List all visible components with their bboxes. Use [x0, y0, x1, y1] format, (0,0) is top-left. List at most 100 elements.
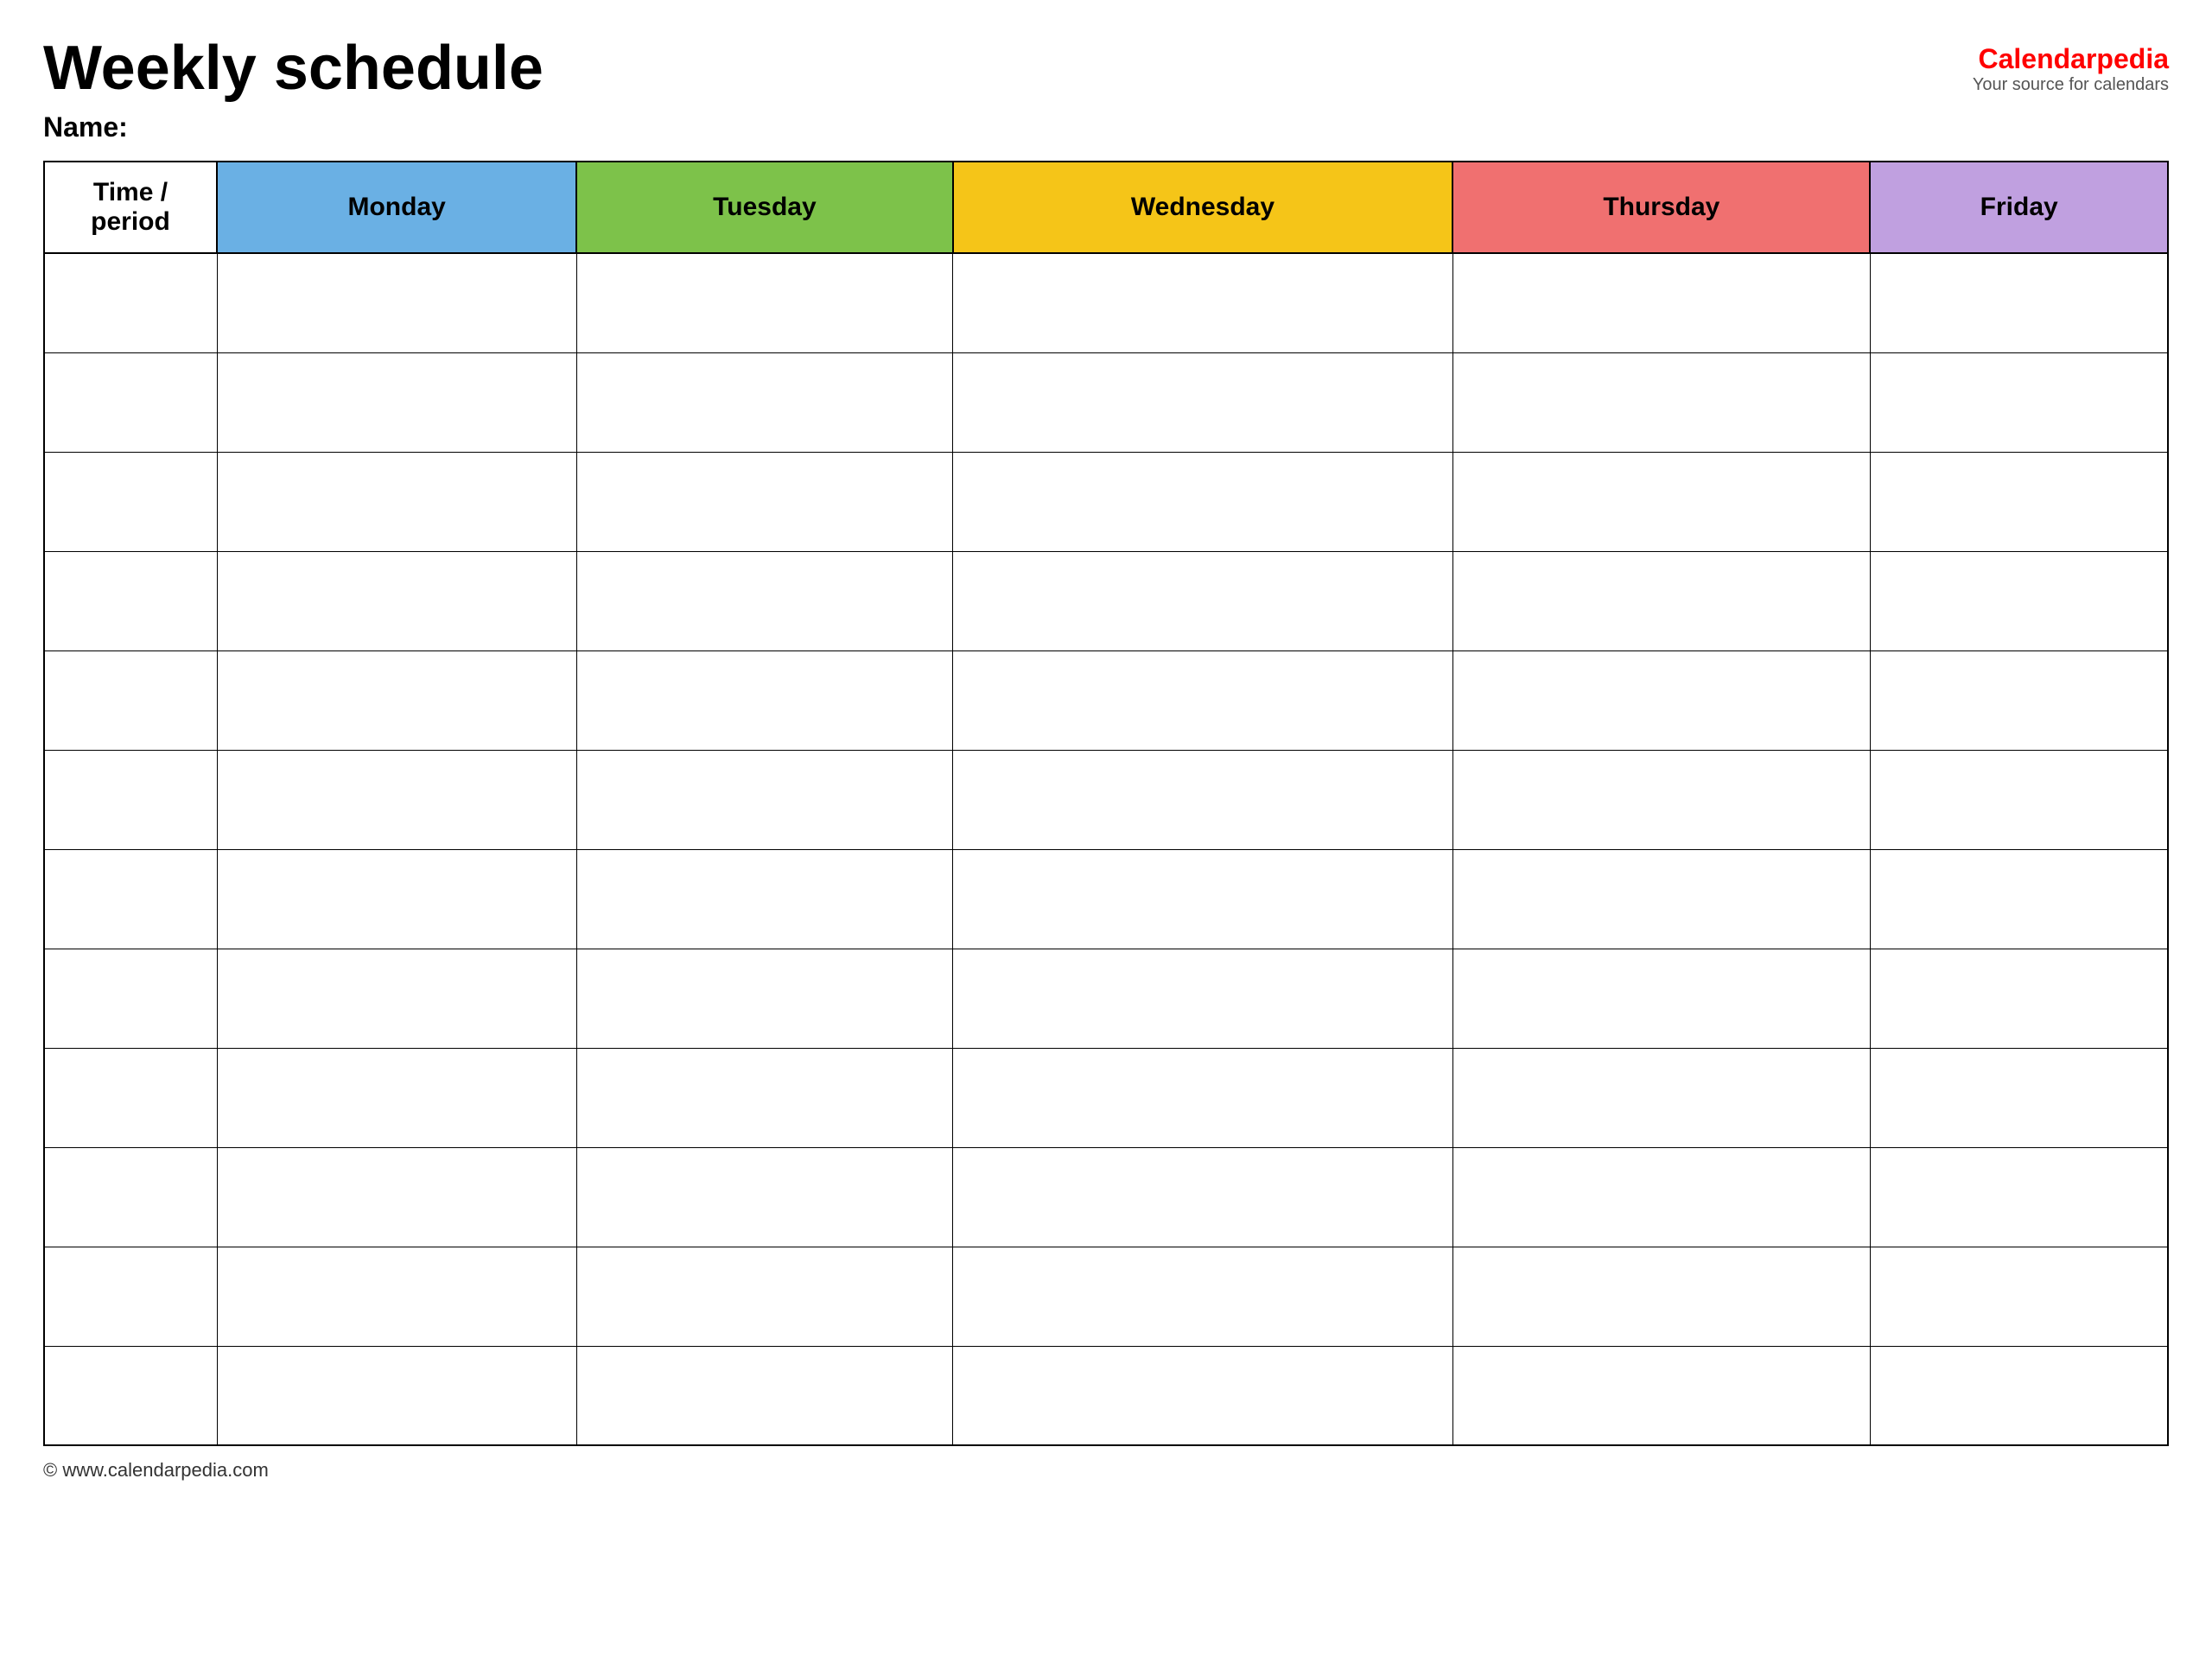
- schedule-cell[interactable]: [217, 1247, 576, 1346]
- schedule-cell[interactable]: [217, 1048, 576, 1147]
- logo-container: Calendarpedia Your source for calendars: [1973, 35, 2169, 95]
- col-header-wednesday: Wednesday: [953, 162, 1453, 253]
- col-header-tuesday: Tuesday: [576, 162, 952, 253]
- schedule-cell[interactable]: [1870, 1048, 2168, 1147]
- schedule-cell[interactable]: [953, 949, 1453, 1048]
- schedule-cell[interactable]: [1452, 253, 1870, 352]
- table-row: [44, 452, 2168, 551]
- main-title: Weekly schedule: [43, 35, 543, 103]
- schedule-cell[interactable]: [953, 750, 1453, 849]
- table-row: [44, 253, 2168, 352]
- table-row: [44, 750, 2168, 849]
- schedule-cell[interactable]: [953, 352, 1453, 452]
- time-cell[interactable]: [44, 452, 217, 551]
- logo-text: Calendarpedia: [1978, 43, 2169, 75]
- time-cell[interactable]: [44, 750, 217, 849]
- schedule-cell[interactable]: [1870, 949, 2168, 1048]
- col-header-friday: Friday: [1870, 162, 2168, 253]
- schedule-cell[interactable]: [1870, 750, 2168, 849]
- table-row: [44, 1048, 2168, 1147]
- schedule-cell[interactable]: [576, 650, 952, 750]
- time-cell[interactable]: [44, 253, 217, 352]
- schedule-cell[interactable]: [953, 1247, 1453, 1346]
- time-cell[interactable]: [44, 1048, 217, 1147]
- schedule-cell[interactable]: [1452, 551, 1870, 650]
- schedule-cell[interactable]: [1452, 1147, 1870, 1247]
- name-label: Name:: [43, 111, 2169, 143]
- schedule-cell[interactable]: [1452, 650, 1870, 750]
- schedule-cell[interactable]: [953, 452, 1453, 551]
- schedule-cell[interactable]: [1452, 352, 1870, 452]
- schedule-cell[interactable]: [1870, 1247, 2168, 1346]
- schedule-cell[interactable]: [1452, 1346, 1870, 1445]
- schedule-cell[interactable]: [1452, 1247, 1870, 1346]
- logo-tagline: Your source for calendars: [1973, 75, 2169, 95]
- time-cell[interactable]: [44, 949, 217, 1048]
- schedule-cell[interactable]: [576, 253, 952, 352]
- schedule-cell[interactable]: [1870, 1147, 2168, 1247]
- schedule-cell[interactable]: [1452, 750, 1870, 849]
- schedule-cell[interactable]: [1452, 849, 1870, 949]
- table-row: [44, 949, 2168, 1048]
- schedule-cell[interactable]: [953, 650, 1453, 750]
- logo-brand-accent: pedia: [2096, 43, 2169, 74]
- time-cell[interactable]: [44, 1346, 217, 1445]
- time-cell[interactable]: [44, 650, 217, 750]
- table-row: [44, 650, 2168, 750]
- schedule-cell[interactable]: [1870, 1346, 2168, 1445]
- schedule-cell[interactable]: [576, 1346, 952, 1445]
- schedule-cell[interactable]: [576, 452, 952, 551]
- logo-brand-plain: Calendar: [1978, 43, 2096, 74]
- schedule-cell[interactable]: [576, 849, 952, 949]
- page-header: Weekly schedule Calendarpedia Your sourc…: [43, 35, 2169, 103]
- schedule-cell[interactable]: [217, 949, 576, 1048]
- schedule-cell[interactable]: [1870, 849, 2168, 949]
- schedule-cell[interactable]: [217, 1346, 576, 1445]
- schedule-cell[interactable]: [217, 750, 576, 849]
- table-row: [44, 1346, 2168, 1445]
- schedule-cell[interactable]: [953, 1147, 1453, 1247]
- schedule-cell[interactable]: [1870, 352, 2168, 452]
- schedule-cell[interactable]: [1870, 650, 2168, 750]
- schedule-cell[interactable]: [1452, 1048, 1870, 1147]
- schedule-cell[interactable]: [576, 949, 952, 1048]
- time-cell[interactable]: [44, 849, 217, 949]
- schedule-cell[interactable]: [576, 1247, 952, 1346]
- schedule-cell[interactable]: [1452, 452, 1870, 551]
- table-row: [44, 1147, 2168, 1247]
- col-header-monday: Monday: [217, 162, 576, 253]
- time-cell[interactable]: [44, 1147, 217, 1247]
- schedule-cell[interactable]: [576, 352, 952, 452]
- schedule-cell[interactable]: [576, 750, 952, 849]
- time-cell[interactable]: [44, 1247, 217, 1346]
- schedule-cell[interactable]: [576, 1147, 952, 1247]
- col-header-thursday: Thursday: [1452, 162, 1870, 253]
- schedule-cell[interactable]: [1870, 452, 2168, 551]
- table-row: [44, 551, 2168, 650]
- time-cell[interactable]: [44, 352, 217, 452]
- schedule-cell[interactable]: [217, 1147, 576, 1247]
- schedule-cell[interactable]: [1452, 949, 1870, 1048]
- footer: © www.calendarpedia.com: [43, 1459, 2169, 1482]
- col-header-time: Time / period: [44, 162, 217, 253]
- schedule-cell[interactable]: [1870, 253, 2168, 352]
- schedule-body: [44, 253, 2168, 1445]
- schedule-cell[interactable]: [1870, 551, 2168, 650]
- page-title: Weekly schedule: [43, 35, 543, 103]
- schedule-cell[interactable]: [953, 849, 1453, 949]
- schedule-cell[interactable]: [576, 551, 952, 650]
- schedule-cell[interactable]: [953, 1346, 1453, 1445]
- schedule-cell[interactable]: [217, 551, 576, 650]
- table-row: [44, 849, 2168, 949]
- schedule-cell[interactable]: [953, 551, 1453, 650]
- schedule-cell[interactable]: [576, 1048, 952, 1147]
- schedule-cell[interactable]: [953, 253, 1453, 352]
- schedule-cell[interactable]: [217, 452, 576, 551]
- schedule-cell[interactable]: [953, 1048, 1453, 1147]
- schedule-cell[interactable]: [217, 849, 576, 949]
- schedule-cell[interactable]: [217, 650, 576, 750]
- schedule-cell[interactable]: [217, 253, 576, 352]
- schedule-cell[interactable]: [217, 352, 576, 452]
- time-cell[interactable]: [44, 551, 217, 650]
- schedule-table: Time / period Monday Tuesday Wednesday T…: [43, 161, 2169, 1446]
